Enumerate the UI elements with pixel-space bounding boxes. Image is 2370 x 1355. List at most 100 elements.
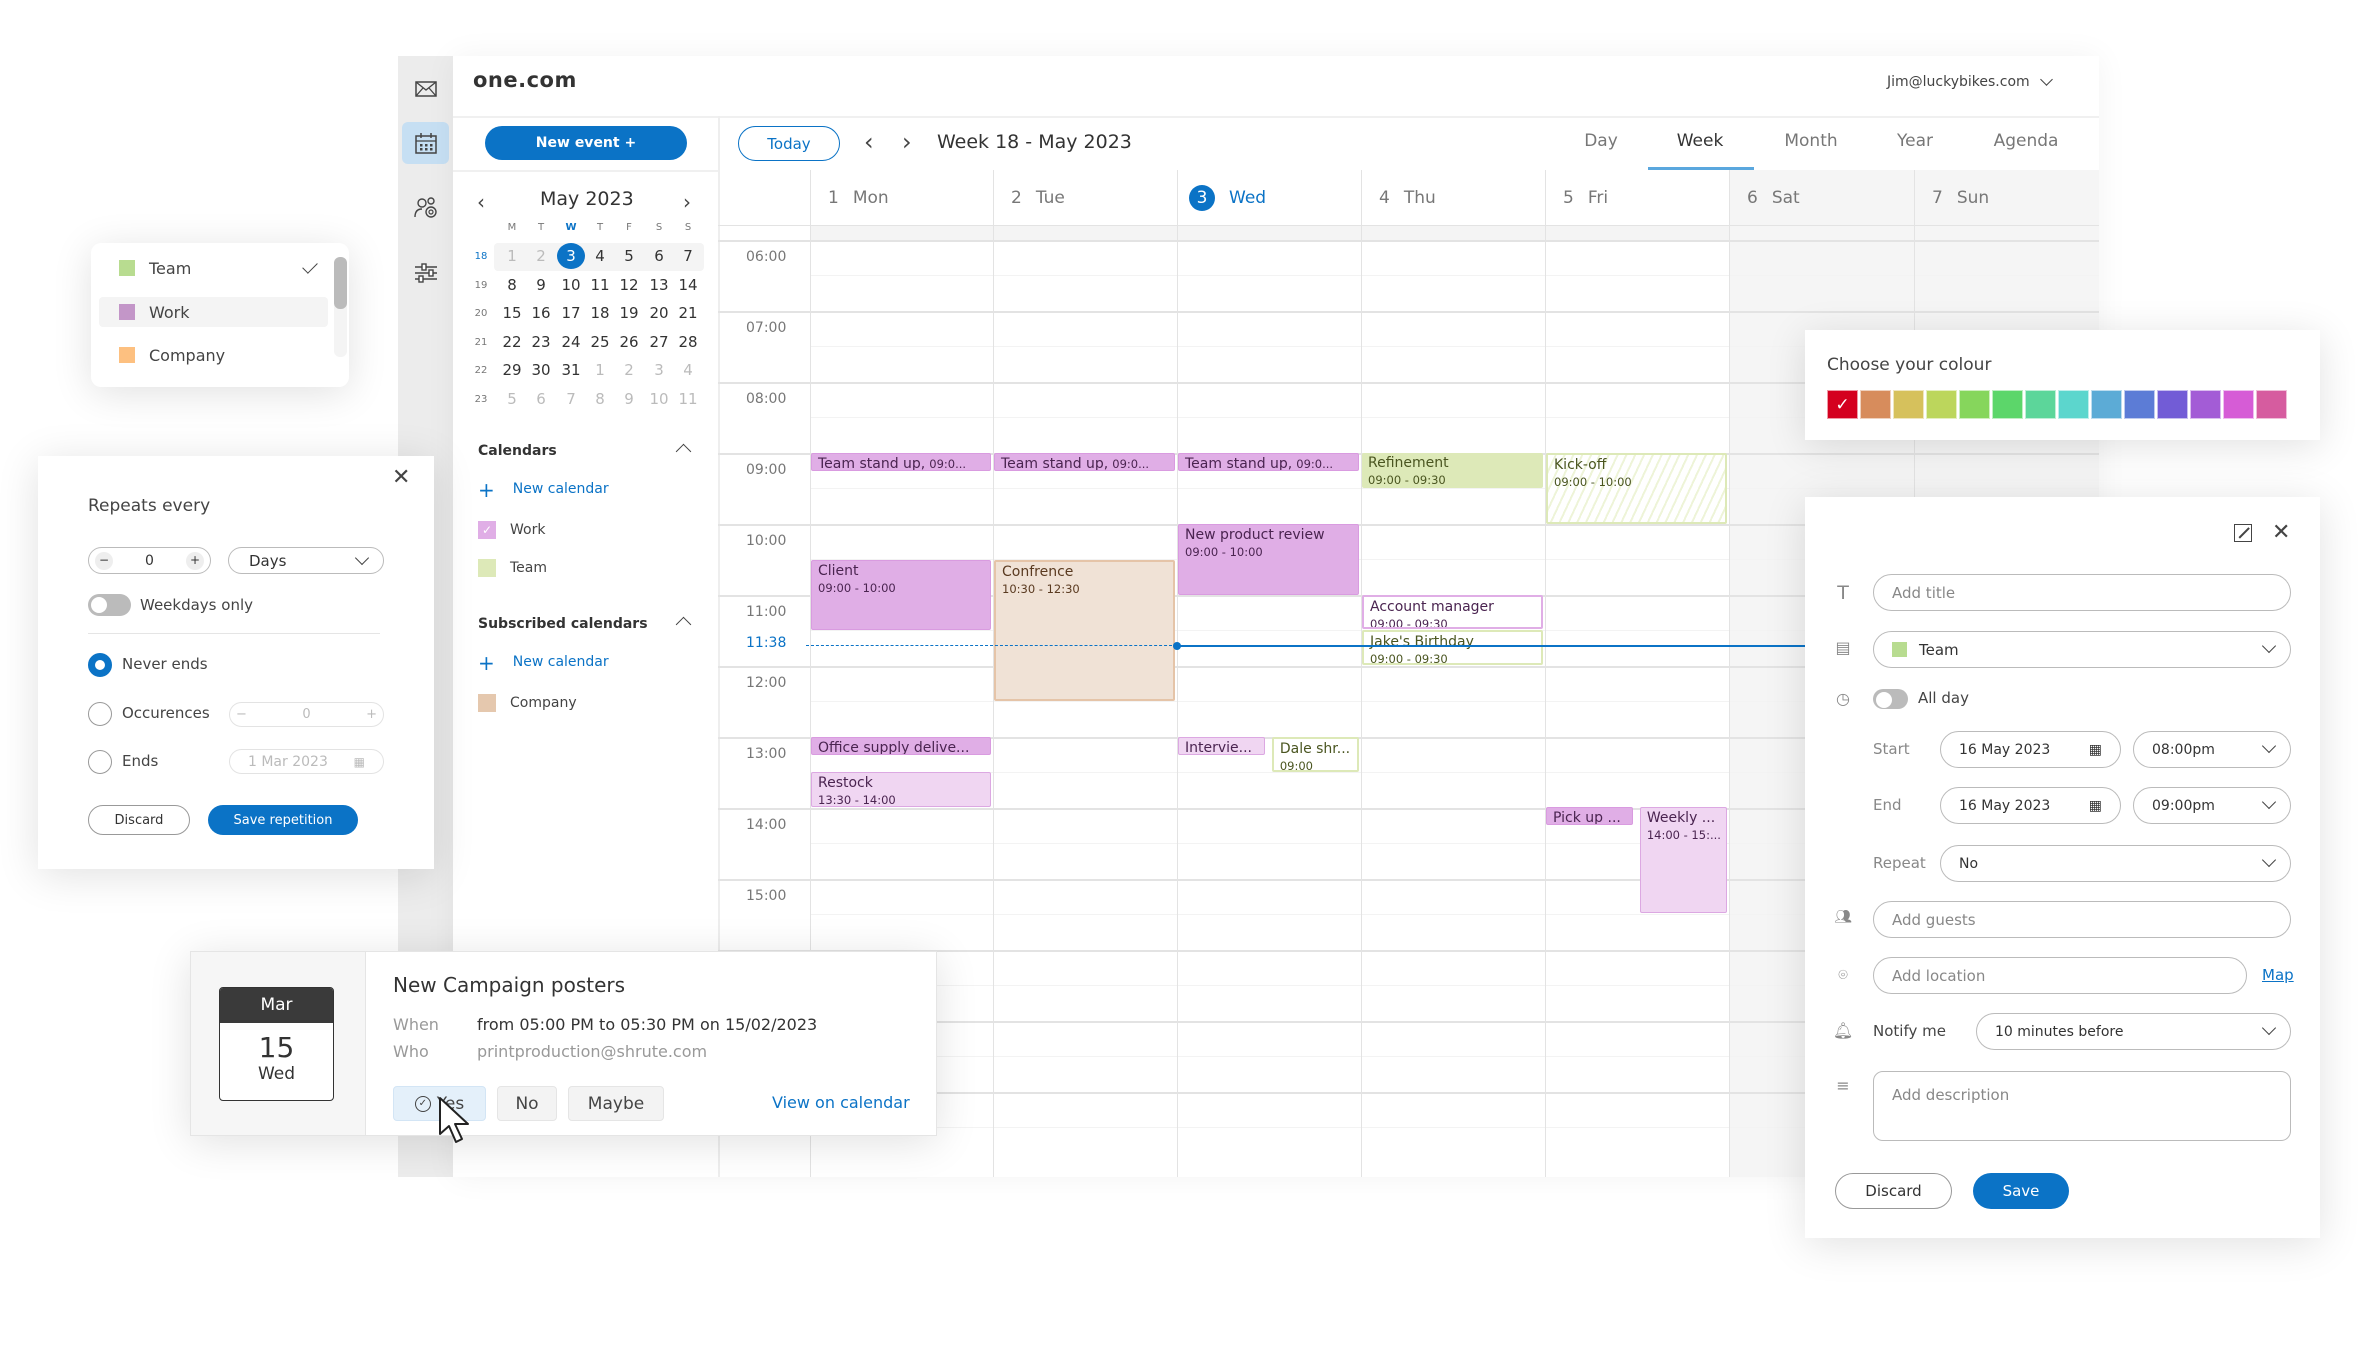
- calendar-event[interactable]: Team stand up, 09:0...: [811, 453, 991, 471]
- mini-cal-day[interactable]: 5: [498, 390, 526, 408]
- mini-cal-day[interactable]: 28: [674, 333, 702, 351]
- tab-day[interactable]: Day: [1584, 131, 1618, 151]
- calendar-event[interactable]: Jake's Birthday 09:00 - 09:30: [1362, 630, 1543, 665]
- colour-swatch[interactable]: [2058, 390, 2089, 419]
- mini-cal-day[interactable]: 17: [557, 304, 585, 322]
- ends-date-input[interactable]: 1 Mar 2023 ▦: [229, 749, 384, 774]
- mini-cal-day[interactable]: 18: [586, 304, 614, 322]
- mail-icon[interactable]: [402, 68, 449, 110]
- colour-swatch[interactable]: [2190, 390, 2221, 419]
- calendar-event[interactable]: Client 09:00 - 10:00: [811, 560, 991, 630]
- day-header-sat[interactable]: 6 Sat: [1729, 170, 1914, 225]
- rsvp-no-button[interactable]: No: [497, 1086, 557, 1121]
- description-input[interactable]: Add description: [1873, 1071, 2291, 1141]
- colour-swatch[interactable]: [1992, 390, 2023, 419]
- discard-repetition-button[interactable]: Discard: [88, 805, 190, 835]
- colour-swatch[interactable]: [2223, 390, 2254, 419]
- minus-icon[interactable]: −: [236, 707, 247, 722]
- mini-cal-day[interactable]: 25: [586, 333, 614, 351]
- mini-cal-day[interactable]: 4: [586, 247, 614, 265]
- save-repetition-button[interactable]: Save repetition: [208, 805, 358, 835]
- mini-cal-day[interactable]: 7: [674, 247, 702, 265]
- calendar-icon[interactable]: ▦: [354, 755, 365, 769]
- mini-cal-day[interactable]: 2: [527, 247, 555, 265]
- end-date-input[interactable]: 16 May 2023 ▦: [1940, 787, 2121, 824]
- day-header-tue[interactable]: 2 Tue: [993, 170, 1177, 225]
- mini-cal-day[interactable]: 20: [645, 304, 673, 322]
- mini-cal-day[interactable]: 22: [498, 333, 526, 351]
- week-number[interactable]: 21: [467, 337, 495, 348]
- mini-cal-day[interactable]: 2: [615, 361, 643, 379]
- repeat-select[interactable]: No: [1940, 845, 2291, 882]
- mini-cal-day[interactable]: 8: [586, 390, 614, 408]
- calendar-event[interactable]: Office supply delive...: [811, 737, 991, 755]
- view-on-calendar-link[interactable]: View on calendar: [772, 1093, 910, 1112]
- mini-cal-day[interactable]: 23: [527, 333, 555, 351]
- dropdown-item-team[interactable]: Team: [99, 253, 328, 283]
- colour-swatch[interactable]: [1959, 390, 1990, 419]
- settings-sliders-icon[interactable]: [402, 252, 449, 294]
- day-header-fri[interactable]: 5 Fri: [1545, 170, 1729, 225]
- prev-week-button[interactable]: ‹: [864, 128, 874, 156]
- interval-stepper[interactable]: − 0 +: [88, 547, 211, 574]
- occurrences-stepper[interactable]: − 0 +: [229, 702, 384, 727]
- mini-cal-day[interactable]: 11: [674, 390, 702, 408]
- day-header-sun[interactable]: 7 Sun: [1914, 170, 2099, 225]
- mini-cal-day[interactable]: 30: [527, 361, 555, 379]
- calendar-select[interactable]: Team: [1873, 631, 2291, 668]
- map-link[interactable]: Map: [2262, 966, 2294, 984]
- colour-swatch[interactable]: [1860, 390, 1891, 419]
- subscribed-item-company[interactable]: Company: [478, 694, 577, 712]
- colour-swatch[interactable]: [2124, 390, 2155, 419]
- expand-icon[interactable]: [2234, 524, 2252, 542]
- calendar-checkbox[interactable]: ✓: [478, 521, 496, 539]
- mini-cal-day[interactable]: 1: [498, 247, 526, 265]
- minus-icon[interactable]: −: [95, 551, 113, 570]
- week-number[interactable]: 22: [467, 365, 495, 376]
- mini-cal-day[interactable]: 11: [586, 276, 614, 294]
- tab-agenda[interactable]: Agenda: [1994, 131, 2059, 151]
- user-menu[interactable]: Jim@luckybikes.com: [1887, 73, 2053, 90]
- next-week-button[interactable]: ›: [902, 128, 912, 156]
- week-number[interactable]: 20: [467, 308, 495, 319]
- mini-cal-day[interactable]: 6: [645, 247, 673, 265]
- mini-cal-day[interactable]: 12: [615, 276, 643, 294]
- save-button[interactable]: Save: [1973, 1173, 2069, 1209]
- dropdown-item-company[interactable]: Company: [99, 340, 328, 370]
- mini-cal-day[interactable]: 1: [586, 361, 614, 379]
- end-time-select[interactable]: 09:00pm: [2133, 787, 2291, 824]
- mini-cal-day[interactable]: 26: [615, 333, 643, 351]
- mini-cal-day[interactable]: 10: [557, 276, 585, 294]
- week-number[interactable]: 18: [467, 251, 495, 262]
- radio-occurences[interactable]: [88, 702, 112, 726]
- week-number[interactable]: 19: [467, 280, 495, 291]
- mini-cal-day[interactable]: 3: [645, 361, 673, 379]
- tab-month[interactable]: Month: [1784, 131, 1837, 151]
- colour-swatch[interactable]: [1926, 390, 1957, 419]
- mini-cal-day[interactable]: 19: [615, 304, 643, 322]
- mini-cal-day[interactable]: 16: [527, 304, 555, 322]
- colour-swatch[interactable]: [2025, 390, 2056, 419]
- mini-cal-prev-button[interactable]: ‹: [477, 190, 485, 214]
- new-calendar-button[interactable]: + New calendar: [478, 480, 609, 500]
- day-header-mon[interactable]: 1 Mon: [810, 170, 993, 225]
- notify-select[interactable]: 10 minutes before: [1976, 1013, 2291, 1050]
- mini-cal-day[interactable]: 31: [557, 361, 585, 379]
- calendar-event[interactable]: New product review 09:00 - 10:00: [1178, 524, 1359, 595]
- mini-cal-day[interactable]: 15: [498, 304, 526, 322]
- logo[interactable]: one.com: [473, 68, 577, 92]
- mini-cal-day[interactable]: 21: [674, 304, 702, 322]
- calendar-icon[interactable]: [402, 122, 449, 164]
- radio-never-ends[interactable]: [88, 653, 112, 677]
- calendar-event[interactable]: Restock 13:30 - 14:00: [811, 772, 991, 807]
- start-time-select[interactable]: 08:00pm: [2133, 731, 2291, 768]
- new-subscribed-calendar-button[interactable]: + New calendar: [478, 653, 609, 673]
- mini-cal-day[interactable]: 6: [527, 390, 555, 408]
- calendar-checkbox[interactable]: [478, 559, 496, 577]
- calendar-event[interactable]: Team stand up, 09:0...: [994, 453, 1175, 471]
- calendar-item-team[interactable]: Team: [478, 559, 547, 577]
- mini-cal-day[interactable]: 14: [674, 276, 702, 294]
- colour-swatch[interactable]: ✓: [1827, 390, 1858, 419]
- mini-cal-day[interactable]: 4: [674, 361, 702, 379]
- week-number[interactable]: 23: [467, 394, 495, 405]
